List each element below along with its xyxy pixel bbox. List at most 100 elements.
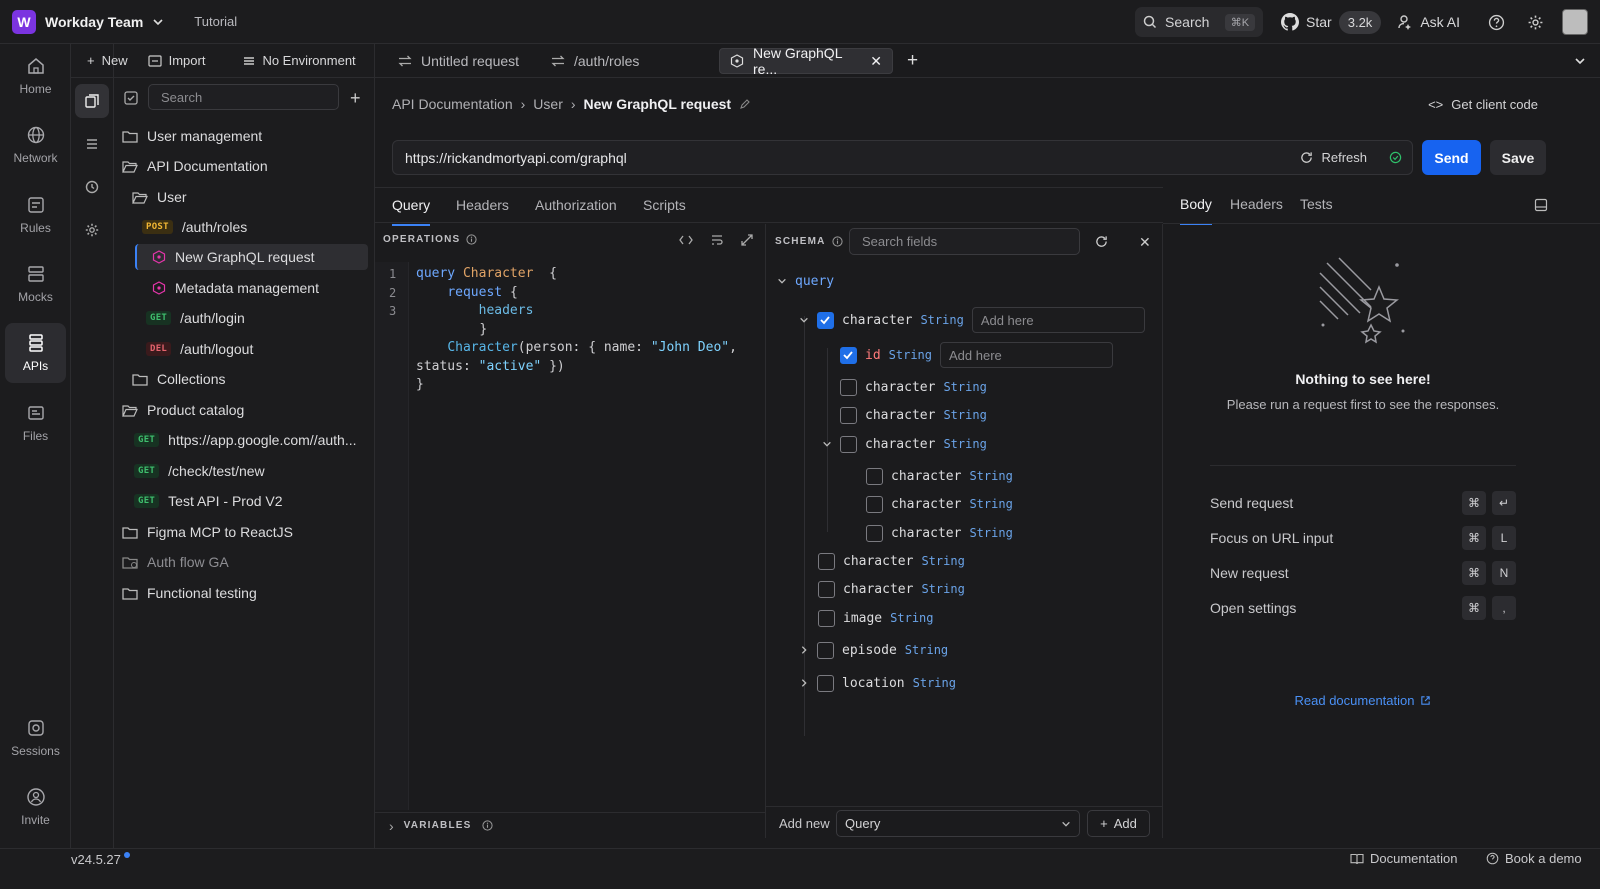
tab-query[interactable]: Query: [392, 197, 431, 226]
checkbox[interactable]: [840, 435, 857, 453]
history-tab[interactable]: [75, 170, 109, 204]
tree-folder[interactable]: User: [132, 184, 187, 210]
expand-icon[interactable]: [740, 233, 754, 247]
checkbox[interactable]: [818, 609, 835, 627]
send-button[interactable]: Send: [1422, 140, 1481, 175]
schema-field[interactable]: character String: [866, 522, 1013, 544]
tree-request[interactable]: GET https://app.google.com//auth...: [134, 427, 357, 453]
schema-field[interactable]: id String: [840, 342, 1114, 368]
edit-pencil-icon[interactable]: [739, 98, 751, 110]
schema-search-input[interactable]: [849, 228, 1080, 255]
environment-settings-tab[interactable]: [75, 213, 109, 247]
variables-section-toggle[interactable]: › VARIABLES: [375, 812, 765, 838]
tree-folder[interactable]: API Documentation: [122, 153, 268, 179]
schema-field[interactable]: character String: [840, 404, 987, 426]
select-all-icon[interactable]: [123, 90, 139, 106]
tree-request-selected[interactable]: New GraphQL request: [135, 244, 368, 270]
checkbox[interactable]: [817, 674, 834, 692]
close-icon[interactable]: ✕: [870, 53, 882, 70]
schema-field[interactable]: image String: [818, 607, 934, 629]
list-tab[interactable]: [75, 127, 109, 161]
github-star-button[interactable]: Star 3.2k: [1281, 10, 1382, 34]
workspace-switcher[interactable]: W Workday Team: [12, 9, 164, 34]
schema-field[interactable]: character String: [799, 307, 1145, 333]
layout-toggle-icon[interactable]: [1534, 198, 1548, 212]
schema-field[interactable]: character String: [840, 376, 987, 398]
documentation-link[interactable]: Documentation: [1350, 851, 1457, 866]
tab-scripts[interactable]: Scripts: [643, 197, 686, 224]
close-icon[interactable]: ✕: [1139, 234, 1151, 251]
checkbox[interactable]: [840, 406, 857, 424]
tree-search-input[interactable]: [148, 84, 339, 110]
tab-new-graphql-request[interactable]: New GraphQL re... ✕: [719, 45, 893, 77]
tutorial-link[interactable]: Tutorial: [194, 14, 237, 29]
schema-field[interactable]: character String: [818, 578, 965, 600]
read-documentation-link[interactable]: Read documentation: [1163, 693, 1563, 708]
nav-files[interactable]: Files: [5, 393, 66, 453]
nav-sessions[interactable]: Sessions: [5, 708, 66, 768]
user-avatar[interactable]: [1562, 9, 1588, 35]
tree-folder[interactable]: Auth flow GA: [122, 549, 229, 575]
tab-tests[interactable]: Tests: [1300, 196, 1333, 223]
tree-folder[interactable]: Functional testing: [122, 580, 257, 606]
field-argument-input[interactable]: [971, 307, 1145, 333]
tree-request[interactable]: DEL/auth/logout: [146, 336, 253, 362]
checkbox[interactable]: [817, 641, 834, 659]
ask-ai-button[interactable]: Ask AI: [1397, 14, 1460, 30]
new-button[interactable]: + New: [87, 53, 128, 68]
checkbox[interactable]: [866, 524, 883, 542]
schema-field[interactable]: character String: [866, 493, 1013, 515]
tree-request[interactable]: GET Test API - Prod V2: [134, 488, 283, 514]
tree-request[interactable]: Metadata management: [152, 275, 319, 301]
checkbox-checked[interactable]: [817, 311, 834, 329]
import-button[interactable]: Import: [148, 53, 205, 68]
operation-type-select[interactable]: Query: [836, 810, 1080, 837]
checkbox[interactable]: [818, 552, 835, 570]
tree-request[interactable]: GET/check/test/new: [134, 458, 265, 484]
schema-field[interactable]: character String: [866, 465, 1013, 487]
tree-folder[interactable]: Product catalog: [122, 397, 244, 423]
nav-home[interactable]: Home: [5, 46, 66, 106]
refresh-schema-button[interactable]: Refresh: [1300, 150, 1402, 165]
nav-rules[interactable]: Rules: [5, 185, 66, 245]
checkbox[interactable]: [866, 495, 883, 513]
help-icon[interactable]: [1488, 14, 1505, 31]
field-argument-input[interactable]: [940, 342, 1114, 368]
global-search-button[interactable]: Search ⌘K: [1135, 7, 1264, 37]
tab-auth-roles[interactable]: /auth/roles: [541, 48, 713, 74]
tab-headers[interactable]: Headers: [456, 197, 509, 224]
get-client-code-button[interactable]: <> Get client code: [1428, 97, 1538, 112]
tab-untitled-request[interactable]: Untitled request: [388, 48, 536, 74]
breadcrumb-item[interactable]: User: [533, 96, 563, 112]
save-button[interactable]: Save: [1490, 140, 1546, 175]
schema-field[interactable]: location String: [799, 672, 956, 694]
book-demo-link[interactable]: Book a demo: [1486, 851, 1582, 866]
add-operation-button[interactable]: + Add: [1087, 810, 1150, 837]
nav-invite[interactable]: Invite: [5, 777, 66, 837]
schema-field[interactable]: character String: [818, 550, 965, 572]
breadcrumb-item[interactable]: API Documentation: [392, 96, 513, 112]
nav-apis[interactable]: APIs: [5, 323, 66, 383]
checkbox[interactable]: [866, 467, 883, 485]
tabs-overflow-chevron-icon[interactable]: [1574, 55, 1586, 67]
checkbox[interactable]: [818, 580, 835, 598]
environment-selector[interactable]: No Environment: [243, 53, 356, 68]
tab-authorization[interactable]: Authorization: [535, 197, 617, 224]
add-tab-icon[interactable]: +: [907, 50, 918, 72]
nav-mocks[interactable]: Mocks: [5, 254, 66, 314]
nav-network[interactable]: Network: [5, 115, 66, 175]
schema-root[interactable]: query: [777, 270, 834, 292]
refresh-icon[interactable]: [1095, 235, 1108, 248]
prettify-code-icon[interactable]: [679, 233, 693, 247]
schema-field[interactable]: character String: [822, 433, 987, 455]
add-collection-icon[interactable]: +: [350, 88, 361, 109]
tab-response-headers[interactable]: Headers: [1230, 196, 1283, 223]
settings-gear-icon[interactable]: [1527, 14, 1544, 31]
tree-folder[interactable]: User management: [122, 123, 262, 149]
tree-request[interactable]: POST/auth/roles: [142, 214, 247, 240]
checkbox-checked[interactable]: [840, 346, 857, 364]
tree-request[interactable]: GET/auth/login: [146, 305, 245, 331]
wrap-lines-icon[interactable]: [710, 233, 724, 247]
tree-folder[interactable]: Collections: [132, 366, 225, 392]
tree-folder[interactable]: Figma MCP to ReactJS: [122, 519, 293, 545]
